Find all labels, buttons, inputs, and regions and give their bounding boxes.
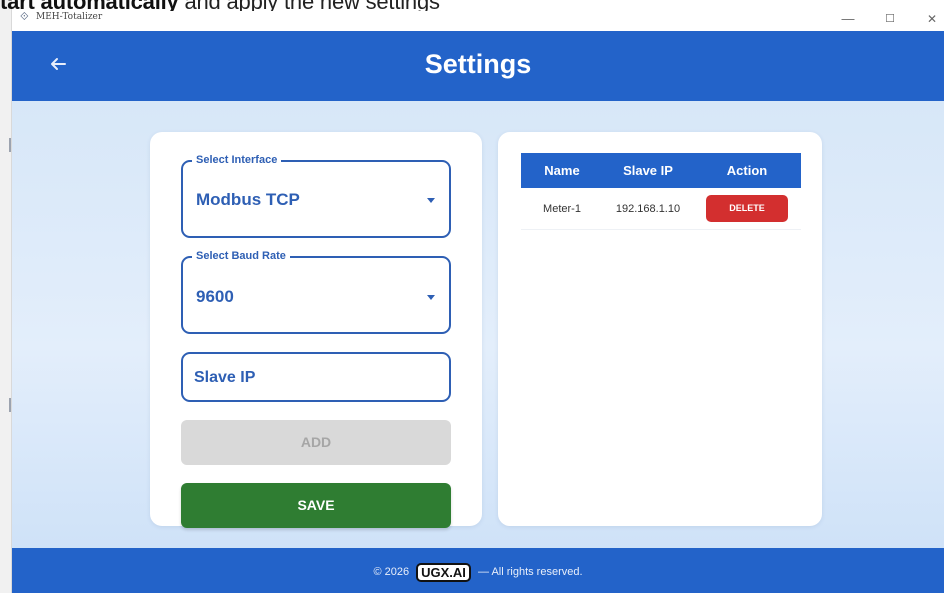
table-row: Meter-1 192.168.1.10 DELETE [521,188,801,230]
chevron-down-icon [427,198,435,203]
footer-text: © 2026 UGX.AI — All rights reserved. [12,563,944,582]
cell-action: DELETE [693,195,801,222]
interface-select-value: Modbus TCP [196,190,300,209]
app-window: ⟐ MEH-Totalizer — ☐ ✕ Settings Select In… [12,0,944,593]
copyright-text: © 2026 [373,566,410,578]
app-footer: © 2026 UGX.AI — All rights reserved. [12,548,944,593]
app-header: Settings [12,31,944,101]
overlay-instruction-text: tart automatically and apply the new set… [0,0,660,11]
edge-mark [9,398,11,412]
table-header: Name Slave IP Action [521,153,801,188]
rights-text: — All rights reserved. [478,566,583,578]
delete-button[interactable]: DELETE [706,195,788,222]
ugx-logo: UGX.AI [416,563,471,582]
add-button[interactable]: ADD [181,420,451,465]
cell-name: Meter-1 [543,202,581,215]
column-header-name: Name [544,163,580,178]
save-button[interactable]: SAVE [181,483,451,528]
minimize-button[interactable]: — [838,10,858,28]
column-header-slave-ip: Slave IP [623,163,673,178]
cell-slave-ip: 192.168.1.10 [615,202,681,215]
chevron-down-icon [427,295,435,300]
baud-rate-select-value: 9600 [196,287,234,306]
app-icon: ⟐ [20,11,29,23]
edge-mark [9,138,11,152]
interface-select-label: Select Interface [192,154,282,166]
baud-rate-select[interactable]: Select Baud Rate 9600 [181,250,451,334]
meters-table: Name Slave IP Action Meter-1 192.168.1.1… [521,153,801,230]
maximize-button[interactable]: ☐ [880,10,900,28]
main-content: Select Interface Modbus TCP Select Baud … [12,101,944,548]
meters-table-card: Name Slave IP Action Meter-1 192.168.1.1… [498,132,822,526]
column-header-action: Action [726,163,768,178]
close-button[interactable]: ✕ [922,10,942,28]
page-title: Settings [424,49,532,79]
background-window-edge [0,0,12,593]
slave-ip-input[interactable] [194,366,434,390]
settings-form-card: Select Interface Modbus TCP Select Baud … [150,132,482,528]
window-title: MEH-Totalizer [36,12,103,22]
baud-rate-select-label: Select Baud Rate [192,250,290,262]
interface-select[interactable]: Select Interface Modbus TCP [181,154,451,238]
title-bar: ⟐ MEH-Totalizer — ☐ ✕ [12,8,944,30]
slave-ip-field [181,352,451,402]
